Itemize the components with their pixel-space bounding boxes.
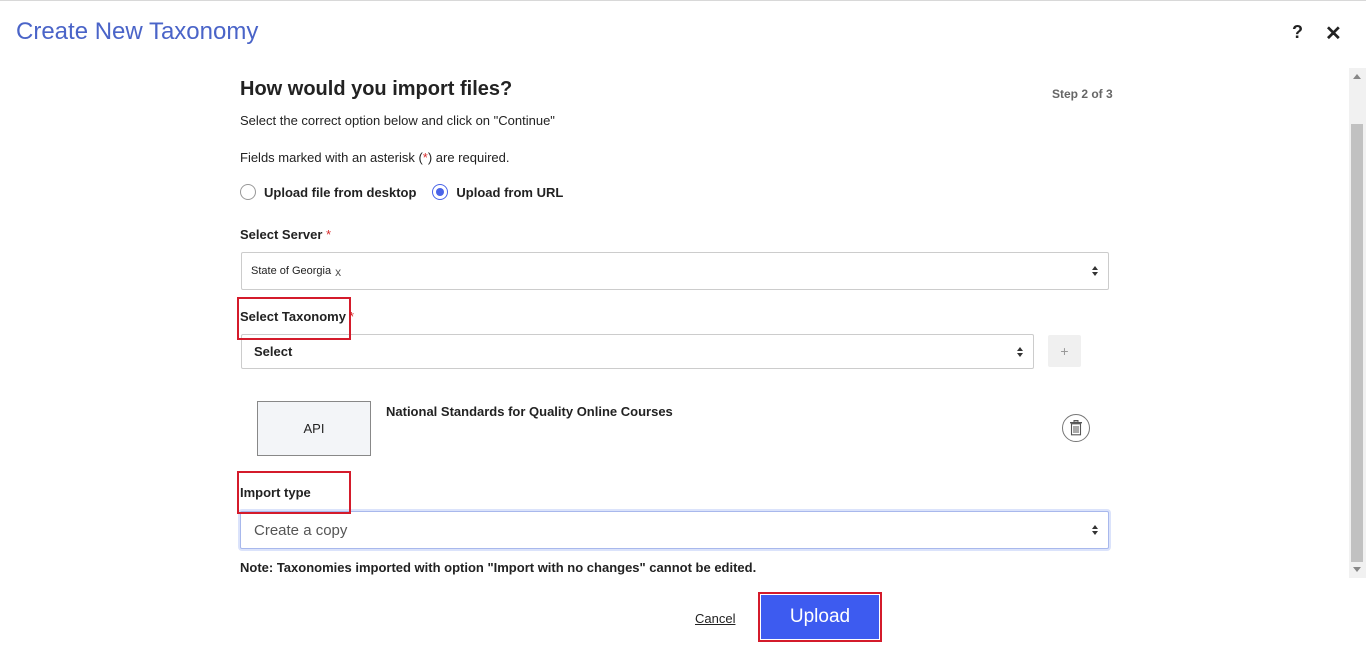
scrollbar-thumb[interactable] <box>1351 124 1363 562</box>
radio-upload-desktop-circle[interactable] <box>240 184 256 200</box>
taxonomy-select-value: Select <box>254 344 293 359</box>
server-chip: State of Georgia x <box>251 264 341 279</box>
step-heading: How would you import files? <box>240 78 513 100</box>
add-taxonomy-button[interactable]: + <box>1048 335 1081 367</box>
server-select-chevron-icon <box>1092 266 1098 276</box>
select-taxonomy-required-marker: * <box>348 309 355 324</box>
select-taxonomy-label-text: Select Taxonomy <box>240 309 346 324</box>
server-chip-remove-icon[interactable]: x <box>335 265 341 279</box>
instruction-text: Select the correct option below and clic… <box>240 113 555 128</box>
required-note-prefix: Fields marked with an asterisk ( <box>240 150 423 165</box>
import-type-chevron-icon <box>1092 525 1098 535</box>
select-server-label: Select Server * <box>240 227 331 242</box>
radio-upload-url[interactable]: Upload from URL <box>432 184 563 200</box>
import-type-select-value: Create a copy <box>254 521 348 539</box>
scroll-down-arrow-icon[interactable] <box>1353 567 1361 572</box>
taxonomy-select-chevron-icon <box>1017 346 1023 357</box>
upload-button[interactable]: Upload <box>761 595 879 639</box>
select-server-label-text: Select Server <box>240 227 323 242</box>
required-fields-note: Fields marked with an asterisk (*) are r… <box>240 150 510 165</box>
radio-upload-url-circle[interactable] <box>432 184 449 200</box>
step-indicator: Step 2 of 3 <box>1052 87 1113 101</box>
server-chip-label: State of Georgia <box>251 265 332 277</box>
select-taxonomy-label: Select Taxonomy * <box>240 309 354 324</box>
import-source-radio-group: Upload file from desktop Upload from URL <box>240 184 579 200</box>
trash-icon-svg <box>1070 420 1082 436</box>
import-type-note: Note: Taxonomies imported with option "I… <box>240 560 757 575</box>
import-type-label: Import type <box>240 485 311 500</box>
vertical-scrollbar[interactable] <box>1349 68 1366 578</box>
modal-title: Create New Taxonomy <box>16 18 259 45</box>
radio-upload-desktop[interactable]: Upload file from desktop <box>240 184 416 200</box>
trash-icon[interactable] <box>1062 414 1090 442</box>
selected-taxonomy-name: National Standards for Quality Online Co… <box>386 404 673 419</box>
radio-upload-desktop-label: Upload file from desktop <box>264 184 417 200</box>
taxonomy-select[interactable]: Select <box>241 334 1034 369</box>
top-border <box>0 0 1366 1</box>
server-select[interactable]: State of Georgia x <box>241 252 1109 290</box>
radio-upload-url-label: Upload from URL <box>456 184 564 200</box>
required-note-suffix: ) are required. <box>427 150 510 165</box>
scroll-up-arrow-icon[interactable] <box>1353 74 1361 79</box>
import-type-select[interactable]: Create a copy <box>240 511 1109 549</box>
source-badge: API <box>257 401 371 456</box>
close-button[interactable]: ✕ <box>1325 21 1342 46</box>
help-button[interactable]: ? <box>1292 22 1303 43</box>
select-server-required-marker: * <box>326 227 332 242</box>
cancel-button[interactable]: Cancel <box>695 611 735 626</box>
